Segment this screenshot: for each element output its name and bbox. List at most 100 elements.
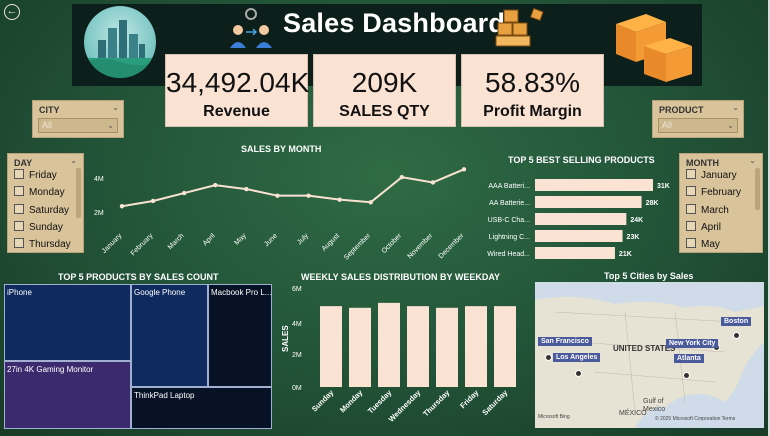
checkbox[interactable] <box>686 169 696 179</box>
month-option[interactable]: May <box>686 238 720 252</box>
checkbox[interactable] <box>686 221 696 231</box>
month-option[interactable]: March <box>686 204 729 218</box>
kpi-label: Revenue <box>203 103 270 120</box>
product-slicer[interactable]: PRODUCT ⌄ All ⌄ <box>652 100 744 138</box>
city-dropdown[interactable]: All ⌄ <box>38 118 118 133</box>
product-bar[interactable] <box>535 179 653 191</box>
line-point[interactable] <box>306 193 311 198</box>
x-tick-label: Tuesday <box>366 387 394 415</box>
city-marker[interactable] <box>545 354 552 361</box>
treemap-tile-google-phone[interactable]: Google Phone <box>131 284 208 387</box>
day-option[interactable]: Friday <box>14 169 57 183</box>
checkbox[interactable] <box>686 238 696 248</box>
checkbox[interactable] <box>14 221 24 231</box>
treemap-tile-monitor[interactable]: 27in 4K Gaming Monitor <box>4 361 131 429</box>
chevron-down-icon[interactable]: ⌄ <box>70 156 77 165</box>
product-bar[interactable] <box>535 230 623 242</box>
line-point[interactable] <box>181 190 187 196</box>
y-tick-label: 0M <box>292 385 302 392</box>
weekday-bar[interactable] <box>465 306 487 387</box>
month-option[interactable]: April <box>686 221 721 235</box>
weekday-chart-title: WEEKLY SALES DISTRIBUTION BY WEEKDAY <box>301 272 501 282</box>
us-map[interactable]: UNITED STATES Gulf of Mexico MÉXICO Micr… <box>535 282 764 428</box>
day-option[interactable]: Monday <box>14 186 65 200</box>
day-slicer-title: DAY <box>14 158 33 168</box>
bar-data-label: 21K <box>619 251 632 258</box>
city-skyline-icon <box>84 6 156 78</box>
sales-by-month-chart: 4M 2M January February March April May June Ju… <box>94 167 467 262</box>
line-point[interactable] <box>244 186 249 192</box>
treemap-tile-macbook[interactable]: Macbook Pro L... <box>208 284 272 387</box>
treemap-tile-thinkpad[interactable]: ThinkPad Laptop <box>131 387 272 429</box>
day-option[interactable]: Sunday <box>14 221 63 235</box>
y-tick-label: 2M <box>292 352 302 359</box>
month-option-label: February <box>701 187 742 198</box>
weekday-bar[interactable] <box>349 307 371 387</box>
product-slicer-title: PRODUCT <box>659 105 704 115</box>
scrollbar[interactable] <box>755 168 760 210</box>
line-point[interactable] <box>275 193 280 198</box>
city-slicer[interactable]: CITY ⌄ All ⌄ <box>32 100 124 138</box>
city-label-boston[interactable]: Boston <box>721 317 752 326</box>
x-tick-label: October <box>381 232 404 255</box>
chevron-down-icon[interactable]: ⌄ <box>112 103 119 112</box>
city-label-new-york[interactable]: New York City <box>666 339 719 348</box>
map-credit: Microsoft Bing <box>538 414 570 420</box>
line-point[interactable] <box>119 204 125 209</box>
product-bar[interactable] <box>535 196 642 208</box>
y-tick-label: 2M <box>94 210 104 217</box>
treemap-tile-iphone[interactable]: iPhone <box>4 284 131 361</box>
back-button[interactable]: ← <box>4 4 20 20</box>
city-label-los-angeles[interactable]: Los Angeles <box>553 353 601 362</box>
checkbox[interactable] <box>14 169 24 179</box>
page-title: Sales Dashboard <box>283 8 506 38</box>
product-bar[interactable] <box>535 247 615 259</box>
day-option[interactable]: Thursday <box>14 238 71 252</box>
product-dropdown[interactable]: All ⌄ <box>658 118 738 133</box>
month-option[interactable]: January <box>686 169 737 183</box>
day-option[interactable]: Saturday <box>14 204 69 218</box>
line-point[interactable] <box>368 200 373 205</box>
weekday-bar[interactable] <box>494 306 516 387</box>
weekday-bar[interactable] <box>378 302 400 387</box>
bar-category-label: USB-C Cha... <box>488 217 530 224</box>
checkbox[interactable] <box>686 204 696 214</box>
chevron-down-icon[interactable]: ⌄ <box>749 156 756 165</box>
line-point[interactable] <box>337 197 342 202</box>
x-tick-label: November <box>407 232 435 260</box>
checkbox[interactable] <box>14 204 24 214</box>
top5-products-chart: AAA Batteri... 31K AA Batterie... 28K USB-C … <box>487 179 670 259</box>
month-option[interactable]: February <box>686 186 741 200</box>
scrollbar[interactable] <box>76 168 81 218</box>
product-dropdown-value: All <box>662 120 673 130</box>
line-point[interactable] <box>430 180 436 185</box>
line-point[interactable] <box>150 198 156 204</box>
chevron-down-icon[interactable]: ⌄ <box>732 103 739 112</box>
product-bar[interactable] <box>535 213 627 225</box>
month-option-label: March <box>701 205 729 216</box>
weekday-bar[interactable] <box>407 306 429 387</box>
x-tick-label: April <box>202 232 217 247</box>
city-label-atlanta[interactable]: Atlanta <box>674 354 704 363</box>
x-tick-label: December <box>438 232 466 260</box>
bar-data-label: 23K <box>627 234 640 241</box>
bar-category-label: AA Batterie... <box>489 200 530 207</box>
city-label-san-francisco[interactable]: San Francisco <box>538 337 592 346</box>
weekday-bar[interactable] <box>320 306 342 387</box>
checkbox[interactable] <box>14 238 24 248</box>
city-marker[interactable] <box>575 370 582 377</box>
x-tick-label: Saturday <box>480 387 510 417</box>
weekday-bar[interactable] <box>436 307 458 387</box>
checkbox[interactable] <box>686 186 696 196</box>
day-slicer: DAY ⌄ Friday Monday Saturday Sunday Thur… <box>7 153 84 253</box>
city-marker[interactable] <box>733 332 740 339</box>
treemap-tile-label: Google Phone <box>134 288 186 297</box>
checkbox[interactable] <box>14 186 24 196</box>
x-tick-label: Sunday <box>310 387 336 413</box>
kpi-label: SALES QTY <box>339 103 430 120</box>
line-point[interactable] <box>213 182 218 188</box>
line-point[interactable] <box>461 167 467 172</box>
city-marker[interactable] <box>683 372 690 379</box>
treemap-tile-label: ThinkPad Laptop <box>134 391 195 400</box>
line-point[interactable] <box>399 175 405 180</box>
